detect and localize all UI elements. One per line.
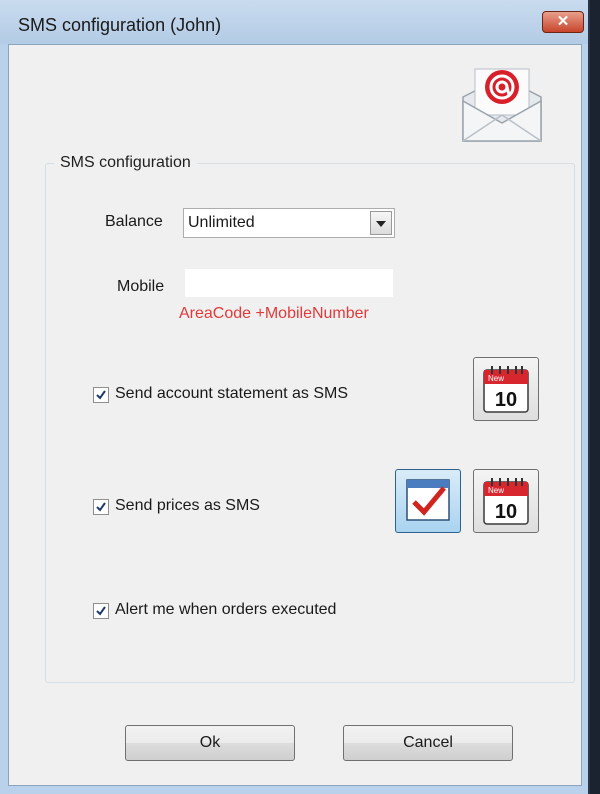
alert-orders-executed-label: Alert me when orders executed — [115, 601, 337, 618]
send-prices-checkbox[interactable] — [93, 499, 109, 515]
calendar-header: New — [488, 374, 504, 383]
ok-button[interactable]: Ok — [125, 725, 295, 761]
mobile-input[interactable] — [185, 269, 393, 297]
send-account-statement-label: Send account statement as SMS — [115, 385, 349, 402]
balance-label: Balance — [105, 213, 163, 230]
balance-selected-value: Unlimited — [188, 214, 255, 231]
dialog-body: SMS configuration Balance Unlimited Mobi… — [8, 44, 582, 786]
email-at-icon — [462, 68, 542, 142]
account-statement-schedule-button[interactable]: New 10 — [473, 357, 539, 421]
window-title: SMS configuration (John) — [18, 15, 222, 35]
title-bar[interactable]: SMS configuration (John) ✕ — [0, 0, 588, 44]
balance-select[interactable]: Unlimited — [183, 208, 395, 238]
cancel-button[interactable]: Cancel — [343, 725, 513, 761]
mobile-label: Mobile — [117, 278, 165, 295]
mobile-format-hint: AreaCode +MobileNumber — [179, 305, 369, 322]
checkmark-icon — [96, 502, 106, 512]
calendar-icon: New 10 — [483, 478, 529, 525]
prices-selection-button[interactable] — [395, 469, 461, 533]
sms-configuration-window: SMS configuration (John) ✕ SMS configura… — [0, 0, 590, 794]
alert-orders-executed-checkbox[interactable] — [93, 603, 109, 619]
send-prices-label: Send prices as SMS — [115, 497, 260, 514]
calendar-day: 10 — [495, 389, 517, 411]
close-button[interactable]: ✕ — [542, 11, 584, 33]
close-icon: ✕ — [556, 13, 570, 30]
checkmark-icon — [96, 390, 106, 400]
dropdown-arrow-icon[interactable] — [370, 211, 392, 235]
calendar-day: 10 — [495, 501, 517, 523]
send-account-statement-checkbox[interactable] — [93, 387, 109, 403]
calendar-header: New — [488, 486, 504, 495]
checklist-icon — [406, 479, 450, 521]
checkmark-icon — [96, 606, 106, 616]
prices-schedule-button[interactable]: New 10 — [473, 469, 539, 533]
calendar-icon: New 10 — [483, 366, 529, 413]
group-legend: SMS configuration — [54, 154, 197, 172]
